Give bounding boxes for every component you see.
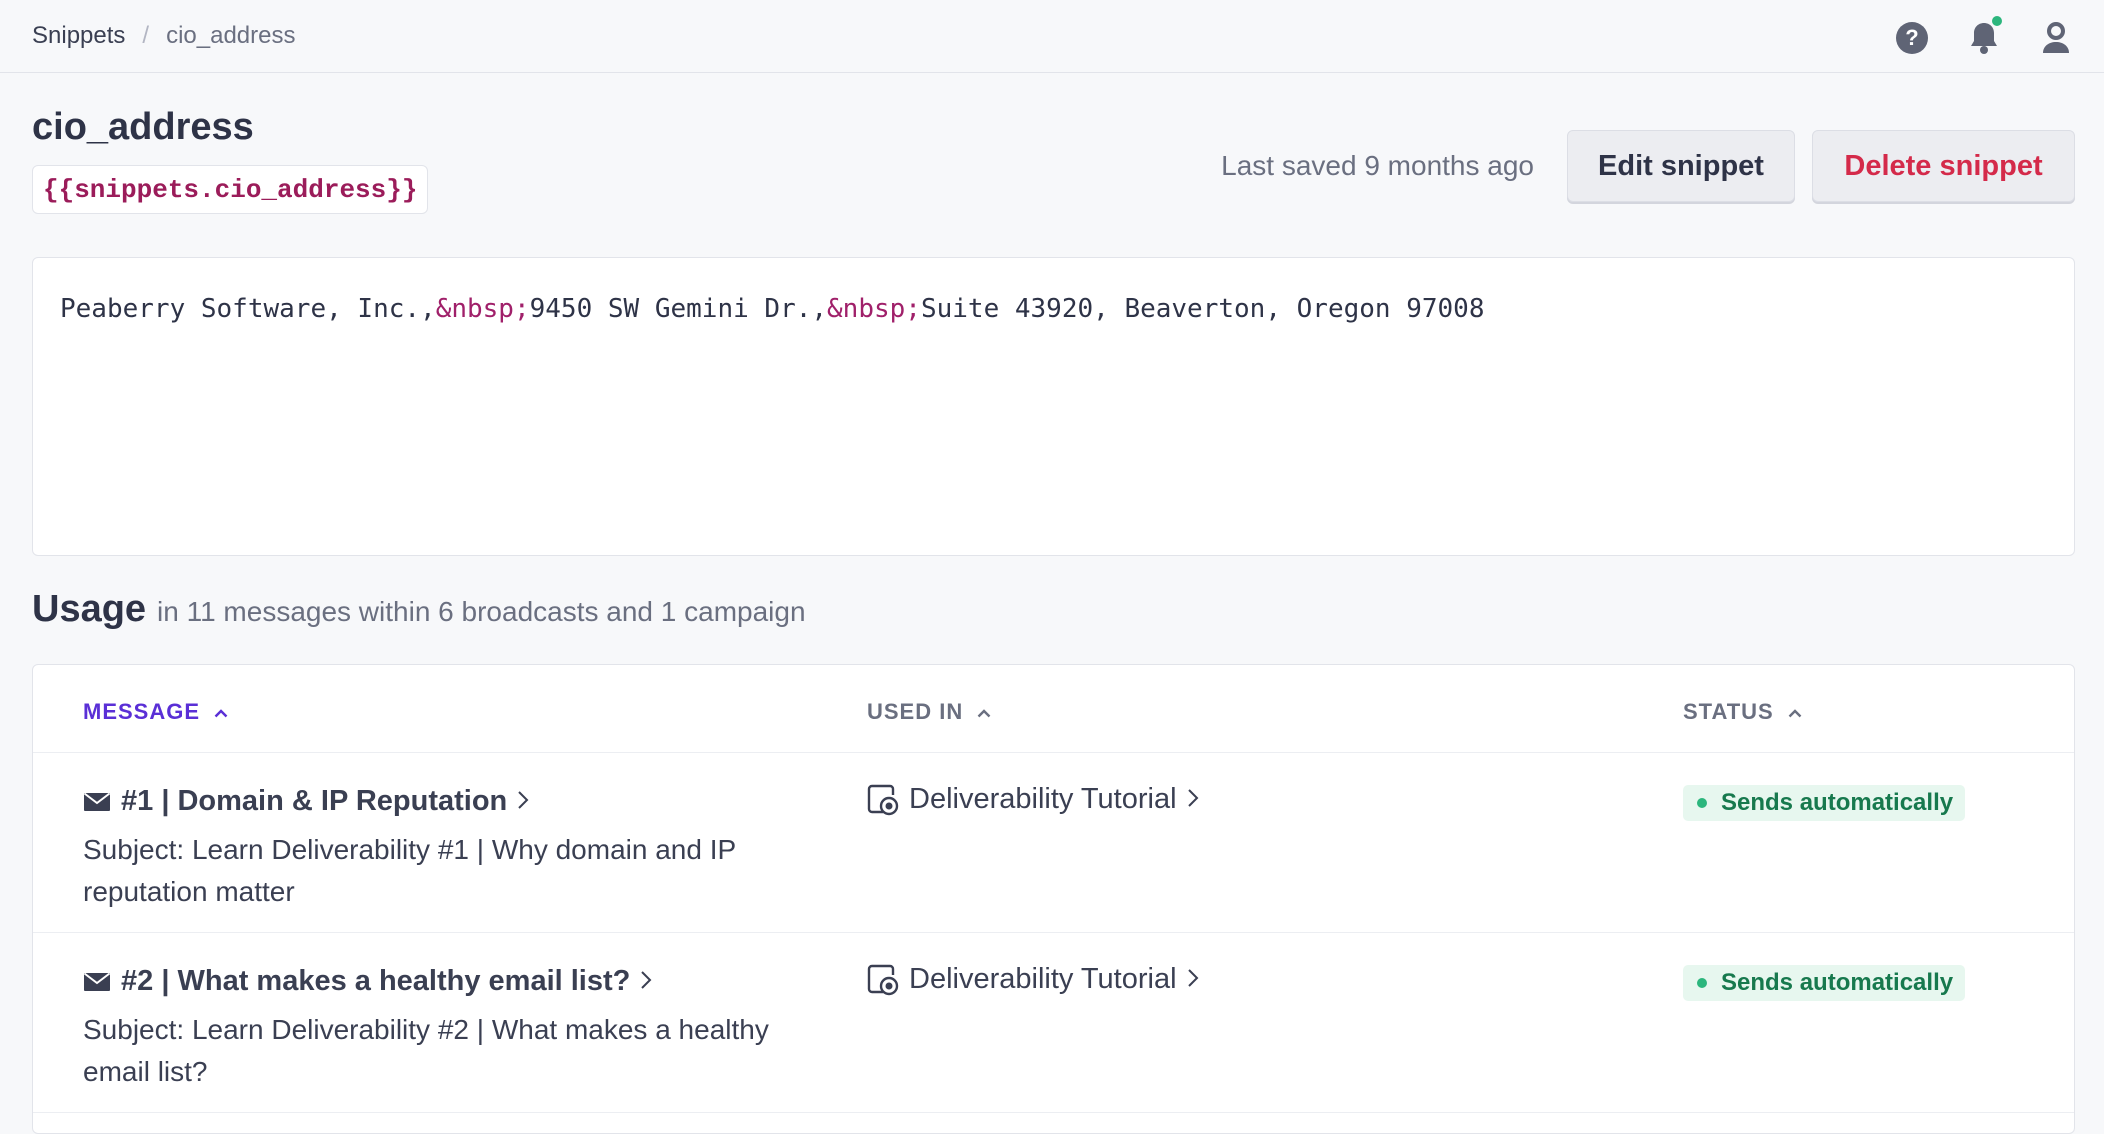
table-row: #1 | Domain & IP Reputation Subject: Lea… [33,753,2074,933]
table-row: #2 | What makes a healthy email list? Su… [33,933,2074,1113]
chevron-right-icon [517,785,529,818]
column-status-sort[interactable]: STATUS [1683,699,1802,725]
status-label: Sends automatically [1721,789,1954,816]
message-title: #2 | What makes a healthy email list? [121,965,631,997]
envelope-icon [83,792,111,812]
column-message-sort[interactable]: MESSAGE [83,699,228,725]
used-in-link[interactable]: Deliverability Tutorial [867,783,1199,816]
nbsp-entity: &nbsp; [435,294,530,324]
edit-snippet-button[interactable]: Edit snippet [1567,130,1795,202]
message-subject: Subject: Learn Deliverability #1 | Why d… [83,834,736,907]
svg-text:?: ? [1905,25,1918,50]
used-in-label: Deliverability Tutorial [909,783,1177,815]
content-text: 9450 SW Gemini Dr., [529,294,828,324]
envelope-icon [83,972,111,992]
status-dot [1697,798,1707,808]
message-title: #1 | Domain & IP Reputation [121,785,508,817]
caret-up-icon [214,702,228,723]
content-text: Peaberry Software, Inc., [60,294,436,324]
status-label: Sends automatically [1721,969,1954,996]
user-icon[interactable] [2038,20,2074,56]
status-badge: Sends automatically [1683,965,1966,1001]
usage-table: MESSAGE USED IN STATUS #1 | Domain & IP … [32,664,2075,1134]
caret-up-icon [977,702,991,723]
column-used-in-sort[interactable]: USED IN [867,699,991,725]
chevron-right-icon [640,965,652,998]
breadcrumb-current: cio_address [166,22,296,49]
breadcrumb: Snippets / cio_address [32,22,296,50]
used-in-link[interactable]: Deliverability Tutorial [867,963,1199,996]
message-link[interactable]: #2 | What makes a healthy email list? [83,965,652,998]
notification-dot [1990,14,2004,28]
campaign-icon [867,784,899,816]
delete-snippet-button[interactable]: Delete snippet [1812,130,2075,202]
snippet-content: Peaberry Software, Inc.,&nbsp;9450 SW Ge… [60,294,1484,324]
usage-title: Usage [32,588,147,630]
chevron-right-icon [1187,783,1199,816]
nbsp-entity: &nbsp; [827,294,921,324]
column-message-label: MESSAGE [83,699,201,724]
last-saved-text: Last saved 9 months ago [1221,150,1534,181]
usage-summary: in 11 messages within 6 broadcasts and 1… [157,596,806,627]
campaign-icon [867,964,899,996]
snippet-content-panel: Peaberry Software, Inc.,&nbsp;9450 SW Ge… [32,257,2075,556]
breadcrumb-snippets-link[interactable]: Snippets [32,22,125,50]
caret-up-icon [1788,702,1802,723]
column-status-label: STATUS [1683,699,1774,724]
table-header: MESSAGE USED IN STATUS [33,665,2074,753]
breadcrumb-separator: / [142,22,150,49]
used-in-label: Deliverability Tutorial [909,963,1177,995]
status-dot [1697,978,1707,988]
status-badge: Sends automatically [1683,785,1966,821]
message-link[interactable]: #1 | Domain & IP Reputation [83,785,529,818]
top-bar: Snippets / cio_address ? [0,0,2104,73]
column-used-in-label: USED IN [867,699,964,724]
snippet-liquid-tag[interactable]: {{snippets.cio_address}} [32,165,429,214]
bell-icon[interactable] [1966,14,2004,56]
chevron-right-icon [1187,963,1199,996]
content-text: Suite 43920, Beaverton, Oregon 97008 [920,294,1485,324]
message-subject: Subject: Learn Deliverability #2 | What … [83,1014,769,1087]
help-icon[interactable]: ? [1894,20,1930,56]
page-title: cio_address [32,106,254,148]
